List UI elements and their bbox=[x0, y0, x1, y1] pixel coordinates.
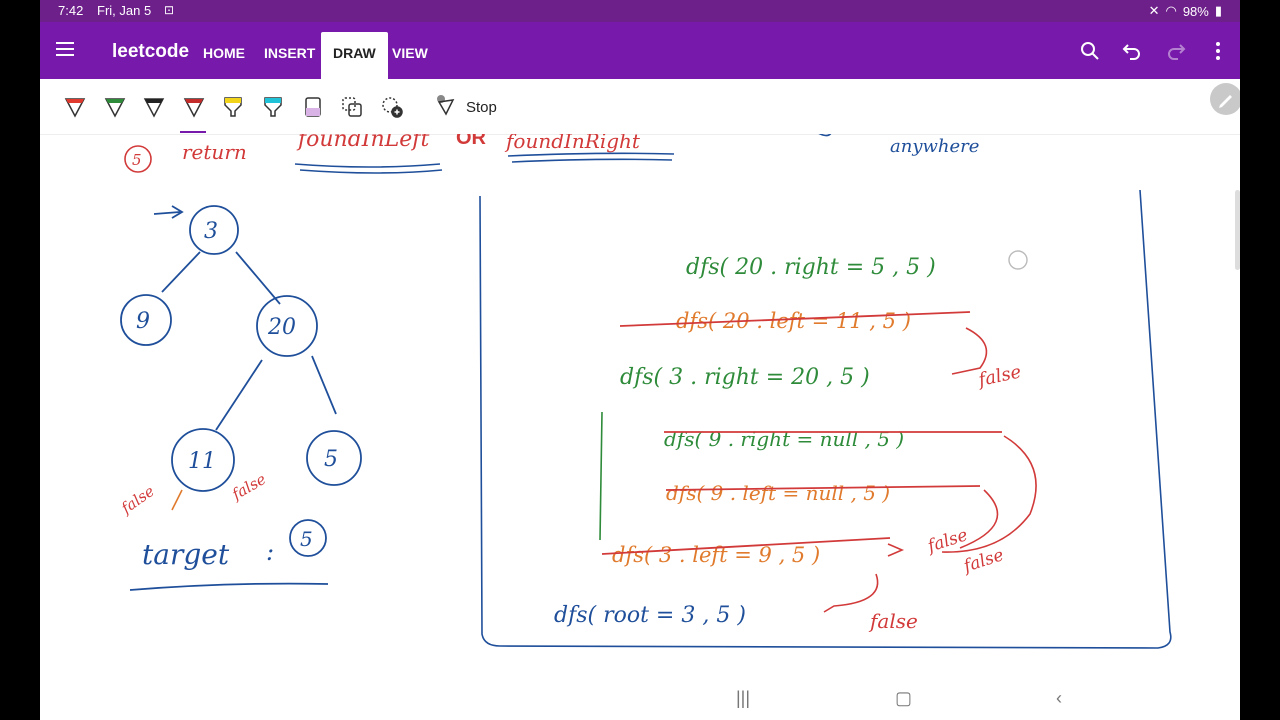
call-7: dfs( root = 3 , 5 ) bbox=[554, 603, 746, 628]
stop-label: Stop bbox=[466, 98, 497, 116]
tree-node-11: 11 bbox=[188, 449, 216, 474]
anywhere-note: anywhere bbox=[890, 136, 979, 157]
mute-icon: ✕ bbox=[1148, 3, 1160, 18]
status-date: Fri, Jan 5 bbox=[97, 3, 152, 18]
call-2: dfs( 20 . left = 11 , 5 ) bbox=[676, 309, 911, 333]
tab-view[interactable]: VIEW bbox=[392, 22, 428, 79]
redo-icon[interactable] bbox=[1164, 39, 1188, 63]
top-row-ink: 5 return foundInLeft OR foundInRight any… bbox=[124, 134, 979, 174]
status-right: ✕ ◠ 98% ▮ bbox=[1149, 3, 1222, 19]
target-value: 5 bbox=[300, 527, 313, 551]
call-stack-ink: dfs( 20 . right = 5 , 5 ) dfs( 20 . left… bbox=[554, 250, 1037, 633]
draw-toolbar: Stop bbox=[40, 79, 1240, 135]
tablet-screen: 7:42 Fri, Jan 5 ⊡ ✕ ◠ 98% ▮ leetcode HOM… bbox=[40, 0, 1240, 720]
wifi-icon: ◠ bbox=[1165, 3, 1177, 18]
floating-pen-button[interactable] bbox=[1210, 83, 1240, 115]
scrollbar[interactable] bbox=[1235, 190, 1240, 270]
tree-node-9: 9 bbox=[136, 309, 150, 334]
found-in-right: foundInRight bbox=[504, 134, 641, 153]
found-in-left: foundInLeft bbox=[296, 134, 429, 152]
tab-insert[interactable]: INSERT bbox=[264, 22, 315, 79]
stop-pen-icon bbox=[436, 94, 456, 121]
tab-draw[interactable]: DRAW bbox=[321, 32, 388, 79]
call-5: dfs( 9 . left = null , 5 ) bbox=[666, 481, 890, 505]
step-number: 5 bbox=[132, 151, 142, 169]
call-4: dfs( 9 . right = null , 5 ) bbox=[664, 427, 904, 451]
pen-green-icon[interactable] bbox=[103, 95, 127, 119]
ink-canvas[interactable]: 5 return foundInLeft OR foundInRight any… bbox=[40, 134, 1240, 720]
tree-node-20: 20 bbox=[267, 315, 296, 340]
menu-icon[interactable] bbox=[56, 42, 74, 56]
status-bar: 7:42 Fri, Jan 5 ⊡ ✕ ◠ 98% ▮ bbox=[40, 0, 1240, 22]
lasso-select-icon[interactable] bbox=[340, 95, 364, 119]
notebook-title: leetcode bbox=[112, 41, 190, 62]
pen-darkred-icon[interactable] bbox=[182, 95, 206, 119]
pen-red-icon[interactable] bbox=[63, 95, 87, 119]
recent-apps-icon[interactable]: ||| bbox=[736, 688, 750, 709]
target-label: target bbox=[142, 538, 230, 571]
tree-node-root: 3 bbox=[204, 219, 218, 244]
return-word: return bbox=[182, 140, 247, 164]
pen-black-icon[interactable] bbox=[142, 95, 166, 119]
app-bar: leetcode HOME INSERT DRAW VIEW bbox=[40, 22, 1240, 79]
battery-level: 98% bbox=[1182, 3, 1209, 19]
call-6: dfs( 3 . left = 9 , 5 ) bbox=[612, 543, 820, 567]
highlighter-yellow-icon[interactable] bbox=[221, 95, 245, 119]
add-pen-icon[interactable] bbox=[380, 95, 404, 119]
tab-home[interactable]: HOME bbox=[203, 22, 245, 79]
call-1: dfs( 20 . right = 5 , 5 ) bbox=[686, 255, 936, 280]
false-left-note: false bbox=[117, 482, 158, 518]
undo-icon[interactable] bbox=[1120, 39, 1144, 63]
target-colon: : bbox=[266, 538, 274, 566]
tree-node-5: 5 bbox=[324, 447, 338, 472]
status-time: 7:42 bbox=[58, 3, 84, 18]
stop-drawing-button[interactable]: Stop bbox=[436, 94, 497, 121]
call-7-result: false bbox=[868, 609, 918, 633]
call-3: dfs( 3 . right = 20 , 5 ) bbox=[620, 365, 870, 390]
more-options-icon[interactable] bbox=[1206, 39, 1230, 63]
selected-tool-indicator bbox=[180, 131, 206, 133]
battery-icon: ▮ bbox=[1214, 3, 1222, 18]
highlighter-cyan-icon[interactable] bbox=[261, 95, 285, 119]
screen-record-icon: ⊡ bbox=[164, 3, 175, 17]
home-nav-icon[interactable]: ▢ bbox=[895, 688, 912, 709]
search-icon[interactable] bbox=[1078, 39, 1102, 63]
or-operator: OR bbox=[456, 134, 487, 149]
eraser-icon[interactable] bbox=[301, 95, 325, 119]
back-nav-icon[interactable]: ‹ bbox=[1056, 688, 1062, 709]
false-right-note: false bbox=[228, 470, 269, 504]
